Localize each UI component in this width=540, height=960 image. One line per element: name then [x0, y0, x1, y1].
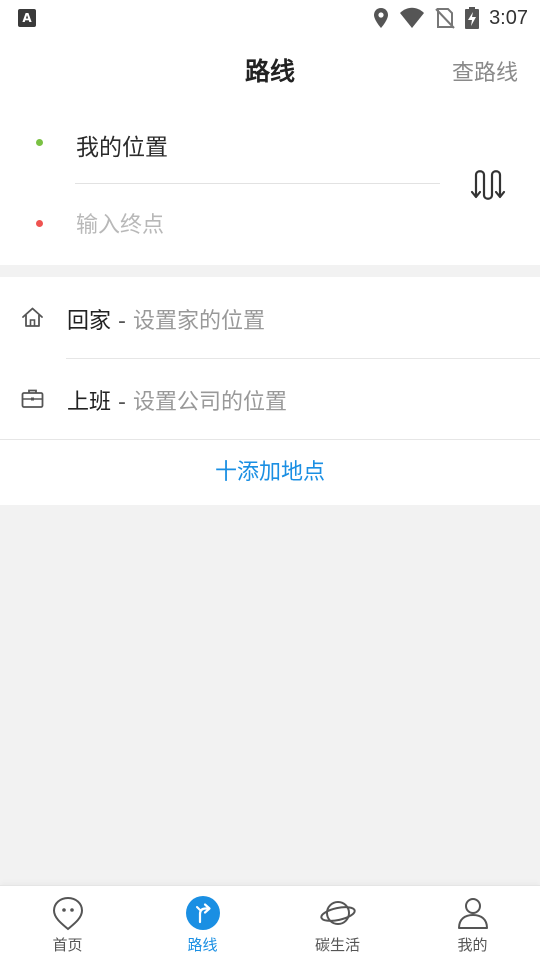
keyboard-a-icon: A: [18, 9, 36, 27]
user-icon: [457, 898, 488, 929]
nav-item-carbon-life[interactable]: 碳生活: [270, 886, 405, 960]
route-card: 我的位置: [0, 104, 540, 265]
home-place-row[interactable]: 回家 - 设置家的位置: [0, 277, 540, 359]
wifi-icon: [400, 7, 425, 28]
home-separator: -: [111, 309, 133, 334]
work-hint: 设置公司的位置: [132, 390, 287, 415]
status-time: 3:07: [489, 6, 528, 29]
nav-item-profile[interactable]: 我的: [405, 886, 540, 960]
home-icon: [22, 307, 43, 327]
planet-icon: [319, 901, 356, 925]
nav-label-home: 首页: [52, 936, 83, 954]
swap-route-icon[interactable]: [470, 166, 510, 204]
add-place-button[interactable]: 十添加地点: [0, 440, 540, 505]
saved-places-card: 回家 - 设置家的位置 上班 - 设置公司的位置 十添加地点: [0, 277, 540, 505]
nav-label-route: 路线: [187, 936, 218, 954]
battery-charging-icon: [465, 7, 480, 29]
search-route-button[interactable]: 查路线: [452, 55, 518, 87]
work-title: 上班: [67, 390, 112, 415]
work-place-label: 上班 - 设置公司的位置: [67, 384, 287, 416]
nav-label-profile: 我的: [457, 936, 488, 954]
start-dot: [36, 139, 43, 146]
status-bar: A 3:07: [0, 0, 540, 36]
route-arrow-icon: [185, 896, 220, 930]
bottom-nav: 首页 路线 碳生活 我的: [0, 885, 540, 960]
start-location[interactable]: 我的位置: [76, 128, 168, 162]
end-dot: [36, 220, 43, 227]
route-divider: [75, 183, 440, 184]
home-hint: 设置家的位置: [132, 309, 265, 334]
app-header: 路线 查路线: [0, 36, 540, 104]
nav-item-route[interactable]: 路线: [135, 886, 270, 960]
home-place-label: 回家 - 设置家的位置: [67, 303, 265, 335]
nav-label-carbon-life: 碳生活: [314, 936, 360, 954]
location-icon: [374, 8, 389, 28]
nav-item-home[interactable]: 首页: [0, 886, 135, 960]
destination-input[interactable]: [76, 208, 436, 242]
no-sim-icon: [435, 8, 455, 29]
work-separator: -: [111, 390, 133, 415]
home-title: 回家: [67, 309, 112, 334]
status-icons: 3:07: [373, 5, 528, 31]
briefcase-icon: [21, 389, 44, 408]
home-balloon-icon: [52, 896, 83, 931]
work-place-row[interactable]: 上班 - 设置公司的位置: [0, 358, 540, 439]
